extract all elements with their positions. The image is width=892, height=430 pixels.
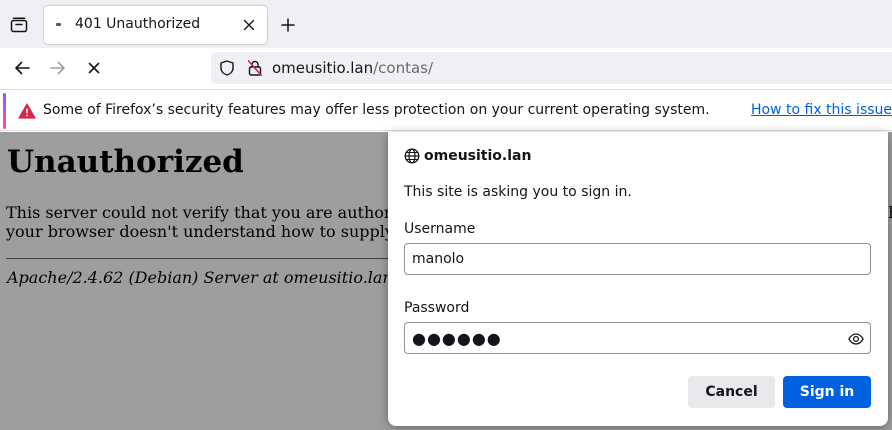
tab-active[interactable]: 401 Unauthorized xyxy=(44,6,267,44)
dialog-message: This site is asking you to sign in. xyxy=(404,184,632,200)
close-icon xyxy=(243,19,255,31)
navigation-toolbar: omeusitio.lan/contas/ xyxy=(0,48,892,88)
password-label: Password xyxy=(404,300,470,316)
security-notification-bar: Some of Firefox’s security features may … xyxy=(0,89,892,131)
stop-icon xyxy=(88,62,100,74)
notification-fix-link[interactable]: How to fix this issue xyxy=(751,102,892,118)
url-bar[interactable]: omeusitio.lan/contas/ xyxy=(211,52,892,84)
eye-icon[interactable] xyxy=(848,331,864,347)
tab-strip: 401 Unauthorized xyxy=(0,0,892,48)
username-label: Username xyxy=(404,221,476,237)
dialog-origin: omeusitio.lan xyxy=(424,148,532,164)
tab-list-button[interactable] xyxy=(6,12,32,38)
insecure-lock-icon xyxy=(248,60,262,76)
site-info-button[interactable] xyxy=(247,60,263,76)
tab-list-icon xyxy=(10,17,28,33)
username-input[interactable] xyxy=(404,243,871,275)
shield-icon xyxy=(220,60,234,76)
tab-favicon-icon xyxy=(56,23,61,26)
sign-in-button[interactable]: Sign in xyxy=(783,376,871,408)
forward-arrow-icon xyxy=(50,61,65,75)
warning-icon xyxy=(18,103,36,119)
url-text[interactable]: omeusitio.lan/contas/ xyxy=(272,59,433,77)
back-button[interactable] xyxy=(10,56,34,80)
plus-icon xyxy=(281,18,295,32)
forward-button[interactable] xyxy=(46,56,70,80)
tracking-protection-button[interactable] xyxy=(219,60,235,76)
stop-button[interactable] xyxy=(82,56,106,80)
url-host: omeusitio.lan xyxy=(272,59,374,77)
back-arrow-icon xyxy=(15,61,30,75)
notification-accent xyxy=(3,93,6,129)
password-input[interactable] xyxy=(404,322,871,354)
tab-title: 401 Unauthorized xyxy=(75,16,201,32)
cancel-button[interactable]: Cancel xyxy=(688,376,775,408)
notification-message: Some of Firefox’s security features may … xyxy=(43,102,710,118)
new-tab-button[interactable] xyxy=(277,14,299,36)
auth-dialog: omeusitio.lan This site is asking you to… xyxy=(388,132,888,426)
url-path: /contas/ xyxy=(373,59,434,77)
globe-icon xyxy=(404,148,420,164)
tab-close-button[interactable] xyxy=(241,17,257,33)
